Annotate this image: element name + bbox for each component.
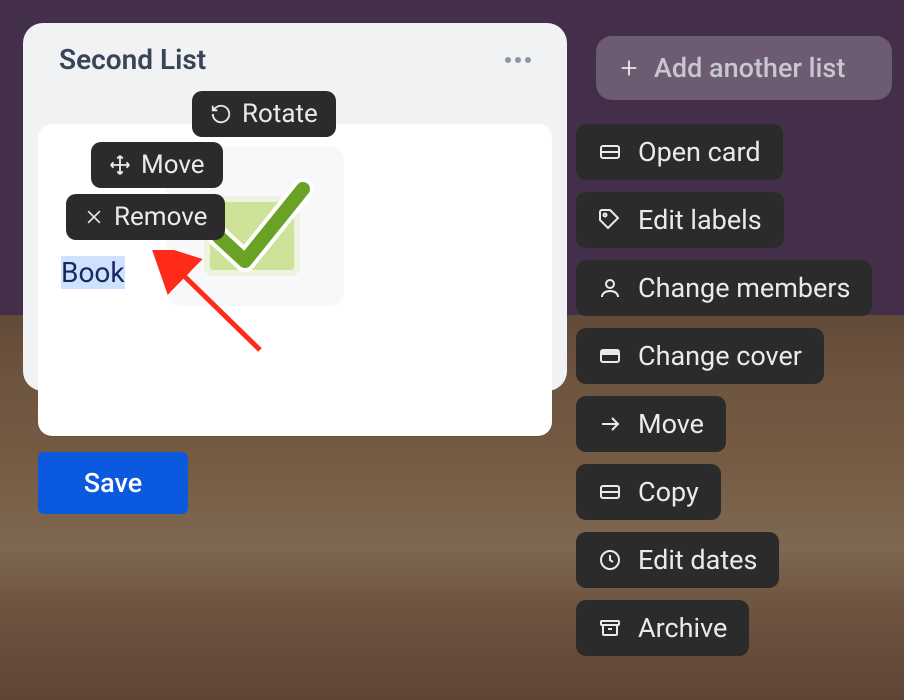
- card-actions: Open card Edit labels Change members Cha…: [576, 124, 872, 656]
- move-arrows-icon: [109, 154, 131, 176]
- user-icon: [598, 276, 622, 300]
- save-label: Save: [84, 467, 142, 499]
- close-icon: [84, 207, 104, 227]
- edit-labels-button[interactable]: Edit labels: [576, 192, 784, 248]
- list-header: Second List: [23, 23, 567, 76]
- remove-label: Remove: [114, 202, 207, 232]
- arrow-right-icon: [598, 412, 622, 436]
- rotate-label: Rotate: [242, 99, 318, 129]
- cover-icon: [598, 344, 622, 368]
- archive-icon: [598, 616, 622, 640]
- copy-card-label: Copy: [638, 476, 699, 508]
- archive-button[interactable]: Archive: [576, 600, 749, 656]
- save-button[interactable]: Save: [38, 452, 188, 514]
- remove-button[interactable]: Remove: [66, 194, 225, 240]
- move-image-button[interactable]: Move: [91, 142, 223, 188]
- copy-card-icon: [598, 480, 622, 504]
- rotate-icon: [210, 103, 232, 125]
- tag-icon: [598, 208, 622, 232]
- move-card-label: Move: [638, 408, 704, 440]
- plus-icon: [618, 57, 640, 79]
- move-image-label: Move: [141, 150, 205, 180]
- open-card-button[interactable]: Open card: [576, 124, 783, 180]
- add-list-button[interactable]: Add another list: [596, 36, 892, 100]
- edit-labels-label: Edit labels: [638, 204, 762, 236]
- card-icon: [598, 140, 622, 164]
- copy-card-button[interactable]: Copy: [576, 464, 721, 520]
- change-cover-button[interactable]: Change cover: [576, 328, 824, 384]
- list-menu-button[interactable]: [499, 51, 537, 69]
- card-text-input[interactable]: Book: [61, 256, 125, 289]
- rotate-button[interactable]: Rotate: [192, 91, 336, 137]
- change-members-label: Change members: [638, 272, 850, 304]
- change-cover-label: Change cover: [638, 340, 802, 372]
- edit-dates-label: Edit dates: [638, 544, 757, 576]
- list-title[interactable]: Second List: [59, 43, 206, 76]
- edit-dates-button[interactable]: Edit dates: [576, 532, 779, 588]
- add-list-label: Add another list: [654, 52, 845, 84]
- clock-icon: [598, 548, 622, 572]
- move-card-button[interactable]: Move: [576, 396, 726, 452]
- change-members-button[interactable]: Change members: [576, 260, 872, 316]
- archive-label: Archive: [638, 612, 727, 644]
- open-card-label: Open card: [638, 136, 761, 168]
